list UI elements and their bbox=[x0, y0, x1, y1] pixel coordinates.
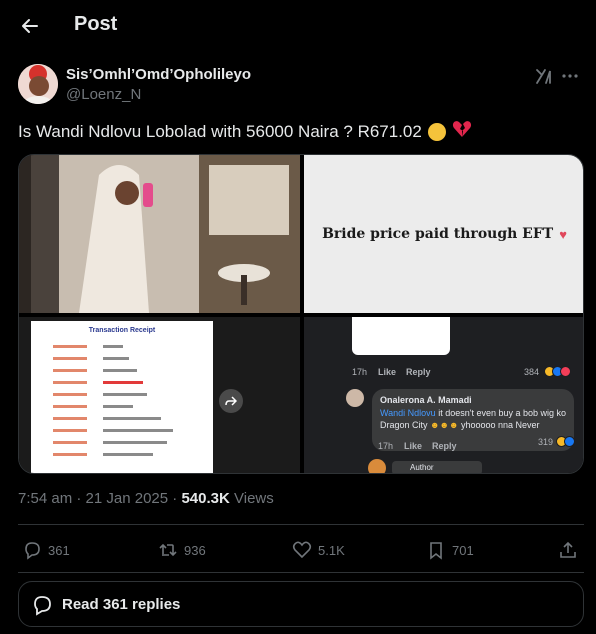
receipt-title: Transaction Receipt bbox=[88, 327, 156, 334]
grok-icon[interactable] bbox=[534, 66, 554, 86]
bookmark-count: 701 bbox=[452, 542, 474, 558]
avatar[interactable] bbox=[18, 64, 58, 104]
media-receipt[interactable]: Transaction Receipt bbox=[19, 317, 300, 473]
divider bbox=[18, 524, 584, 525]
commenter-avatar bbox=[346, 389, 364, 407]
comment-mention: Wandi Ndlovu bbox=[380, 408, 436, 418]
fb-top-like: Like bbox=[378, 367, 397, 377]
chat-bubble-icon bbox=[34, 596, 51, 616]
author-avatar bbox=[368, 459, 386, 473]
repost-count: 936 bbox=[184, 542, 206, 558]
emoji-icon: ♥ bbox=[559, 226, 567, 242]
bookmark-button[interactable]: 701 bbox=[426, 536, 474, 564]
fb-reply: Reply bbox=[432, 441, 457, 451]
comment-text: Wandi Ndlovu it doesn't even buy a bob w… bbox=[380, 408, 567, 430]
post-author: Sis’Omhl’Omd’Opholileyo @Loenz_N bbox=[18, 64, 580, 108]
action-bar: 361 936 5.1K 701 bbox=[18, 536, 584, 564]
crying-face-emoji-icon bbox=[427, 122, 446, 141]
repost-icon bbox=[159, 543, 177, 557]
divider bbox=[18, 572, 584, 573]
read-replies-label: Read 361 replies bbox=[62, 596, 181, 613]
author-handle[interactable]: @Loenz_N bbox=[66, 86, 141, 103]
fb-top-time: 17h bbox=[352, 367, 368, 377]
fb-top-reply: Reply bbox=[406, 367, 431, 377]
more-icon[interactable] bbox=[560, 66, 580, 86]
media-grid: Bride price paid through EFT ♥ Transacti… bbox=[18, 154, 584, 474]
share-icon bbox=[560, 541, 576, 558]
fb-time: 17h bbox=[378, 441, 394, 451]
post-text: Is Wandi Ndlovu Lobolad with 56000 Naira… bbox=[18, 121, 422, 141]
repost-button[interactable]: 936 bbox=[158, 536, 206, 564]
top-bar: Post bbox=[0, 0, 596, 52]
reply-count: 361 bbox=[48, 542, 70, 558]
back-arrow-icon bbox=[22, 19, 38, 33]
back-button[interactable] bbox=[16, 12, 44, 40]
media-photo-selfie[interactable] bbox=[19, 155, 300, 313]
like-button[interactable]: 5.1K bbox=[292, 536, 345, 564]
commenter-name: Onalerona A. Mamadi bbox=[380, 395, 472, 405]
post-time[interactable]: 7:54 am bbox=[18, 490, 72, 507]
media-text-card[interactable]: Bride price paid through EFT ♥ bbox=[304, 155, 583, 313]
like-icon bbox=[292, 541, 312, 559]
bookmark-icon bbox=[430, 542, 442, 560]
post-meta: 7:54 am · 21 Jan 2025 · 540.3K Views bbox=[18, 490, 274, 507]
post-date[interactable]: 21 Jan 2025 bbox=[86, 490, 169, 507]
reactions-icon-2 bbox=[556, 436, 575, 447]
author-chip: Author bbox=[392, 461, 482, 473]
views-count: 540.3K bbox=[181, 490, 230, 507]
forward-button[interactable] bbox=[219, 389, 243, 413]
views-label: Views bbox=[229, 490, 274, 507]
reply-icon bbox=[25, 542, 40, 560]
fb-count: 319 bbox=[538, 437, 554, 447]
media-card-text: Bride price paid through EFT bbox=[322, 226, 554, 242]
fb-thumbnail bbox=[352, 317, 450, 355]
media-comment-screenshot[interactable]: 17h Like Reply 384 Onalerona A. Mamadi W… bbox=[304, 317, 583, 473]
like-count: 5.1K bbox=[318, 542, 345, 558]
read-replies-button[interactable]: Read 361 replies bbox=[18, 581, 584, 627]
reactions-icon bbox=[544, 366, 571, 377]
reply-button[interactable]: 361 bbox=[22, 536, 70, 564]
page-title: Post bbox=[74, 13, 118, 35]
fb-like: Like bbox=[404, 441, 423, 451]
author-display-name[interactable]: Sis’Omhl’Omd’Opholileyo bbox=[66, 66, 251, 83]
receipt-image: Transaction Receipt bbox=[31, 321, 213, 473]
comment-tail: yhooooo nna Never bbox=[458, 420, 540, 430]
fb-top-count: 384 bbox=[524, 367, 540, 377]
forward-icon bbox=[225, 396, 237, 406]
share-button[interactable] bbox=[558, 536, 578, 564]
post-body: Is Wandi Ndlovu Lobolad with 56000 Naira… bbox=[18, 120, 472, 143]
broken-heart-emoji-icon bbox=[452, 120, 472, 143]
